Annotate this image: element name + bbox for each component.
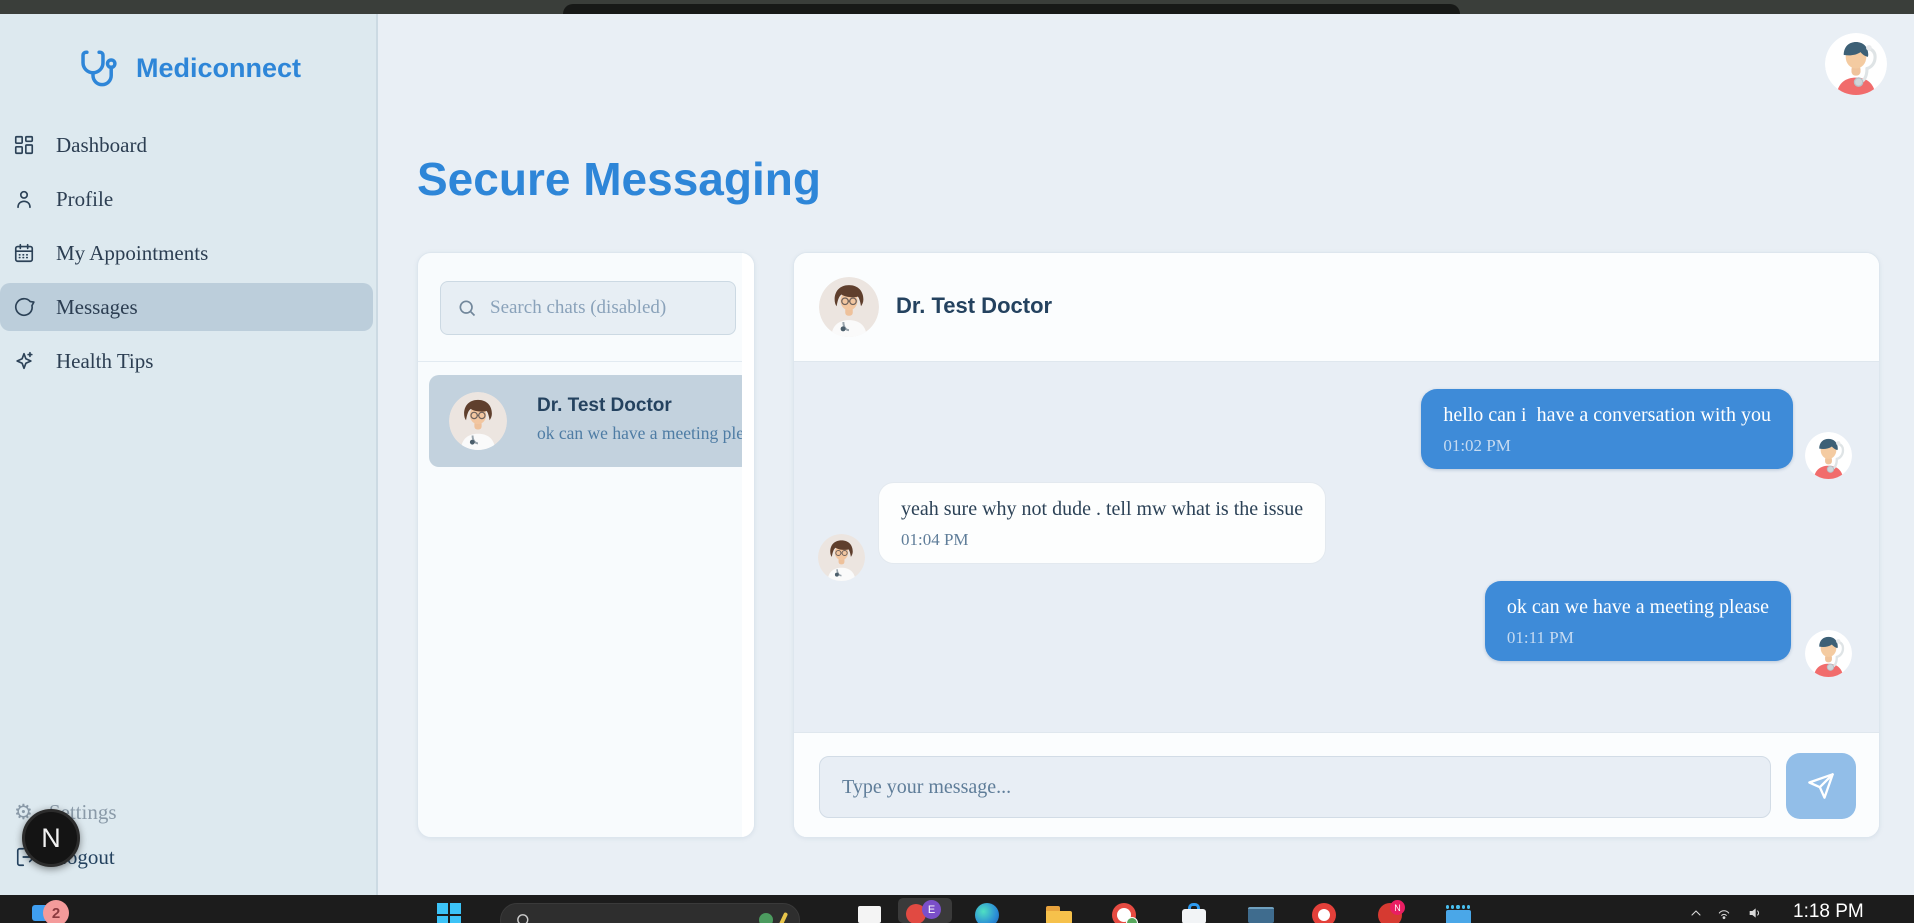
message-time: 01:04 PM <box>901 530 969 549</box>
sidebar-item-messages[interactable]: Messages <box>0 283 373 331</box>
messages-icon <box>12 295 36 319</box>
tray-volume-icon[interactable] <box>1747 905 1763 923</box>
chat-list-panel: Dr. Test Doctor ok can we have a meeting… <box>417 252 755 838</box>
sidebar-item-profile[interactable]: Profile <box>0 175 373 223</box>
sidebar-item-label: Health Tips <box>56 348 154 373</box>
sidebar-item-my-appointments[interactable]: My Appointments <box>0 229 373 277</box>
message-composer <box>794 733 1879 837</box>
taskbar-edge-icon[interactable] <box>975 903 999 923</box>
sidebar-item-dashboard[interactable]: Dashboard <box>0 121 373 169</box>
message-text: hello can i have a conversation with you <box>1443 404 1771 426</box>
sidebar-item-label: Dashboard <box>56 132 147 157</box>
stethoscope-icon <box>78 44 122 92</box>
patient-avatar <box>1805 432 1852 479</box>
search-icon <box>459 300 476 317</box>
taskbar-search[interactable] <box>500 903 800 923</box>
profile-icon <box>12 187 36 211</box>
sidebar-item-health-tips[interactable]: Health Tips <box>0 337 373 385</box>
taskbar-calendar-icon[interactable] <box>1446 903 1471 923</box>
send-icon <box>1808 773 1834 799</box>
screen: Mediconnect Dashboard Profile My Appoint… <box>0 0 1914 923</box>
conversation-header: Dr. Test Doctor <box>794 253 1879 361</box>
tray-chevron-up-icon[interactable] <box>1688 905 1704 923</box>
search-icon <box>517 913 529 923</box>
taskbar-monitor-icon[interactable] <box>1248 903 1274 923</box>
dashboard-icon <box>12 133 36 157</box>
doctor-avatar <box>819 277 879 337</box>
window-chrome-strip <box>0 0 1914 14</box>
page-title: Secure Messaging <box>417 153 821 205</box>
chat-item-name: Dr. Test Doctor <box>537 395 672 416</box>
taskbar-browser-icon[interactable] <box>1112 903 1138 923</box>
calendar-icon <box>12 241 36 265</box>
chat-list-item[interactable]: Dr. Test Doctor ok can we have a meeting… <box>429 375 751 467</box>
message-time: 01:11 PM <box>1506 628 1574 647</box>
taskbar-mail-icon[interactable] <box>858 903 882 923</box>
conversation-doctor-name: Dr. Test Doctor <box>896 293 1053 318</box>
browser-badge <box>1126 917 1138 923</box>
message-input[interactable] <box>819 756 1771 818</box>
message-time: 01:02 PM <box>1443 436 1511 455</box>
chat-search-input[interactable] <box>490 297 710 319</box>
app-badge: E <box>922 900 941 919</box>
badge-count: 2 <box>51 904 61 922</box>
patient-avatar <box>1805 630 1852 677</box>
search-highlight-icon <box>759 913 773 923</box>
message-bubble-outgoing: hello can i have a conversation with you… <box>1421 389 1793 469</box>
chat-item-preview: ok can we have a meeting please <box>537 423 751 443</box>
sparkles-icon <box>12 349 36 373</box>
sidebar-item-label: Messages <box>56 294 138 319</box>
window-chrome-notch <box>563 4 1460 14</box>
doctor-avatar <box>818 534 865 581</box>
doctor-avatar <box>449 392 507 450</box>
taskbar-briefcase-icon[interactable] <box>1182 903 1206 923</box>
sidebar: Mediconnect Dashboard Profile My Appoint… <box>0 14 378 895</box>
taskbar-clock[interactable]: 1:18 PM <box>1793 901 1864 923</box>
taskbar-active-app[interactable]: E <box>898 898 952 923</box>
notification-badge: 2 <box>43 900 69 923</box>
send-button[interactable] <box>1786 753 1856 819</box>
conversation-panel: Dr. Test Doctor hello can i have a conve… <box>793 252 1880 838</box>
messages-area: hello can i have a conversation with you… <box>794 361 1879 733</box>
chat-list-scrollbar[interactable] <box>742 253 754 837</box>
sidebar-item-label: Profile <box>56 186 114 211</box>
app-logo-text: Mediconnect <box>136 52 302 83</box>
message-text: yeah sure why not dude . tell mw what is… <box>901 498 1304 520</box>
chat-search-box <box>440 281 736 335</box>
sidebar-item-label: My Appointments <box>56 240 209 265</box>
app-logo: Mediconnect <box>78 44 301 92</box>
message-text: ok can we have a meeting please <box>1506 596 1769 618</box>
tray-network-icon[interactable] <box>1716 905 1732 923</box>
start-button[interactable] <box>437 903 461 923</box>
taskbar-app-n-icon[interactable]: N <box>1378 900 1405 923</box>
message-bubble-incoming: yeah sure why not dude . tell mw what is… <box>878 482 1327 564</box>
floating-notification-button[interactable]: N <box>22 809 80 867</box>
divider <box>418 361 754 362</box>
user-avatar[interactable] <box>1825 33 1887 95</box>
taskbar-folder-icon[interactable] <box>1046 903 1072 923</box>
search-pen-icon <box>777 911 789 923</box>
taskbar-app-icon[interactable] <box>1312 903 1336 923</box>
taskbar: 2 E N 1:18 PM <box>0 895 1914 923</box>
floating-button-letter: N <box>41 822 61 853</box>
app-n-badge: N <box>1390 900 1405 915</box>
message-bubble-outgoing: ok can we have a meeting please 01:11 PM <box>1484 581 1791 661</box>
